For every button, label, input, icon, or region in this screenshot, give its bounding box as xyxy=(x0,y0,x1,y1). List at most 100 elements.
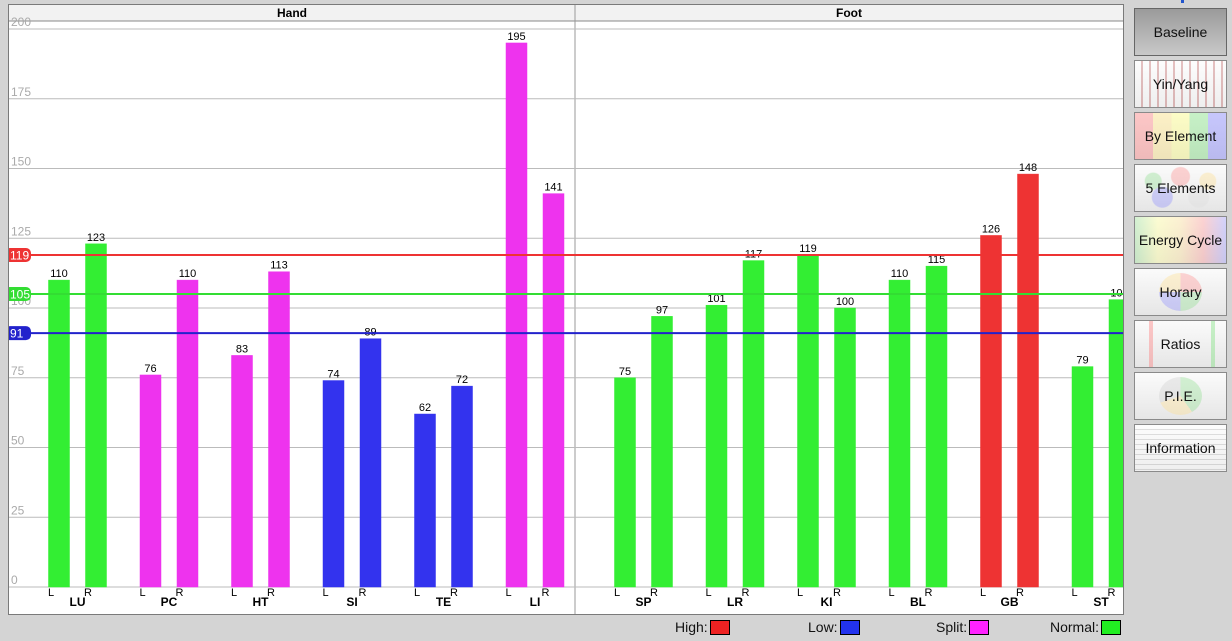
by-element-button[interactable]: By Element xyxy=(1134,112,1227,160)
horary-button[interactable]: Horary xyxy=(1134,268,1227,316)
meridian-label-pc: PC xyxy=(161,595,178,609)
meridian-label-ki: KI xyxy=(821,595,833,609)
bar-bl-right xyxy=(925,265,948,588)
side-label-right: R xyxy=(450,587,458,599)
bar-sp-right xyxy=(651,316,673,588)
side-label-left: L xyxy=(322,587,328,599)
bar-te-right xyxy=(451,385,473,588)
y-tick-label: 175 xyxy=(11,85,31,99)
side-label-right: R xyxy=(542,587,550,599)
information-label: Information xyxy=(1145,440,1216,456)
bar-te-left xyxy=(414,413,436,588)
five-elements-button[interactable]: 5 Elements xyxy=(1134,164,1227,212)
legend-low: Low: xyxy=(808,619,860,635)
y-tick-label: 200 xyxy=(11,15,31,29)
bar-value-label: 141 xyxy=(544,182,562,194)
meridian-bar-chart: HandFoot0255075100125150175200110123LRLU… xyxy=(8,4,1124,615)
bar-value-label: 97 xyxy=(656,304,668,316)
bar-st-left xyxy=(1071,366,1094,588)
legend-normal-swatch xyxy=(1101,619,1122,635)
side-label-left: L xyxy=(505,587,511,599)
side-label-left: L xyxy=(888,587,894,599)
y-tick-label: 150 xyxy=(11,155,31,169)
bar-li-left xyxy=(505,42,528,588)
bar-li-right xyxy=(542,193,565,588)
legend-split-swatch xyxy=(969,619,990,635)
bar-value-label: 119 xyxy=(799,243,817,255)
yin-yang-button[interactable]: Yin/Yang xyxy=(1134,60,1227,108)
bar-ki-left xyxy=(797,254,819,588)
bar-value-label: 79 xyxy=(1076,355,1088,367)
legend-normal: Normal: xyxy=(1050,619,1122,635)
bar-lr-right xyxy=(742,260,765,588)
bar-si-right xyxy=(359,338,382,588)
side-label-left: L xyxy=(614,587,620,599)
bar-value-label: 123 xyxy=(87,232,105,244)
legend-split: Split: xyxy=(936,619,990,635)
y-tick-label: 50 xyxy=(11,434,25,448)
side-label-left: L xyxy=(231,587,237,599)
meridian-label-sp: SP xyxy=(635,595,651,609)
bar-value-label: 62 xyxy=(419,402,431,414)
legend-normal-label: Normal: xyxy=(1050,619,1100,635)
information-button[interactable]: Information xyxy=(1134,424,1227,472)
ratios-label: Ratios xyxy=(1160,336,1201,352)
bar-value-label: 72 xyxy=(456,374,468,386)
reference-badge-text: 105 xyxy=(10,288,30,302)
section-label-foot: Foot xyxy=(836,6,862,20)
reference-badge-text: 91 xyxy=(10,327,24,341)
bar-si-left xyxy=(322,380,345,588)
bar-value-label: 75 xyxy=(619,366,631,378)
legend-low-label: Low: xyxy=(808,619,838,635)
reference-badge-text: 119 xyxy=(10,248,29,262)
bar-value-label: 74 xyxy=(327,369,339,381)
ratios-button[interactable]: Ratios xyxy=(1134,320,1227,368)
y-tick-label: 75 xyxy=(11,364,25,378)
meridian-label-lr: LR xyxy=(727,595,743,609)
energy-cycle-button[interactable]: Energy Cycle xyxy=(1134,216,1227,264)
chart-canvas: HandFoot0255075100125150175200110123LRLU… xyxy=(9,5,1123,614)
pie-button[interactable]: P.I.E. xyxy=(1134,372,1227,420)
bar-ki-right xyxy=(834,307,856,588)
bar-st-right xyxy=(1108,299,1123,588)
baseline-button[interactable]: Baseline xyxy=(1134,8,1227,56)
bar-lr-left xyxy=(705,304,728,588)
section-label-hand: Hand xyxy=(277,6,307,20)
baseline-label: Baseline xyxy=(1153,24,1208,40)
bar-value-label: 113 xyxy=(270,260,288,272)
meridian-label-lu: LU xyxy=(70,595,86,609)
bar-sp-left xyxy=(614,377,636,588)
energy-cycle-label: Energy Cycle xyxy=(1138,232,1223,248)
bar-pc-right xyxy=(176,279,199,588)
bar-value-label: 148 xyxy=(1019,162,1037,174)
top-accent-mark xyxy=(1181,0,1184,3)
bar-ht-left xyxy=(231,355,253,588)
meridian-label-gb: GB xyxy=(1001,595,1019,609)
meridian-label-ht: HT xyxy=(253,595,270,609)
bar-value-label: 110 xyxy=(50,268,68,280)
side-label-left: L xyxy=(980,587,986,599)
bar-value-label: 83 xyxy=(236,343,248,355)
bar-value-label: 110 xyxy=(179,268,197,280)
legend-high-label: High: xyxy=(675,619,708,635)
side-label-left: L xyxy=(797,587,803,599)
legend-high: High: xyxy=(675,619,730,635)
by-element-label: By Element xyxy=(1144,128,1217,144)
legend-high-swatch xyxy=(709,619,730,635)
bar-gb-left xyxy=(980,235,1002,588)
chart-header-bg xyxy=(9,5,1123,21)
bar-gb-right xyxy=(1017,173,1039,588)
meridian-label-li: LI xyxy=(530,595,541,609)
bar-value-label: 110 xyxy=(891,268,909,280)
bar-value-label: 126 xyxy=(982,223,1000,235)
five-elements-label: 5 Elements xyxy=(1145,180,1216,196)
meridian-label-st: ST xyxy=(1093,595,1109,609)
horary-label: Horary xyxy=(1159,284,1202,300)
side-label-right: R xyxy=(1108,587,1116,599)
bar-value-label: 76 xyxy=(144,363,156,375)
meridian-label-bl: BL xyxy=(910,595,926,609)
legend-split-label: Split: xyxy=(936,619,968,635)
bar-bl-left xyxy=(888,279,911,588)
side-label-right: R xyxy=(833,587,841,599)
bar-lu-right xyxy=(85,243,107,588)
